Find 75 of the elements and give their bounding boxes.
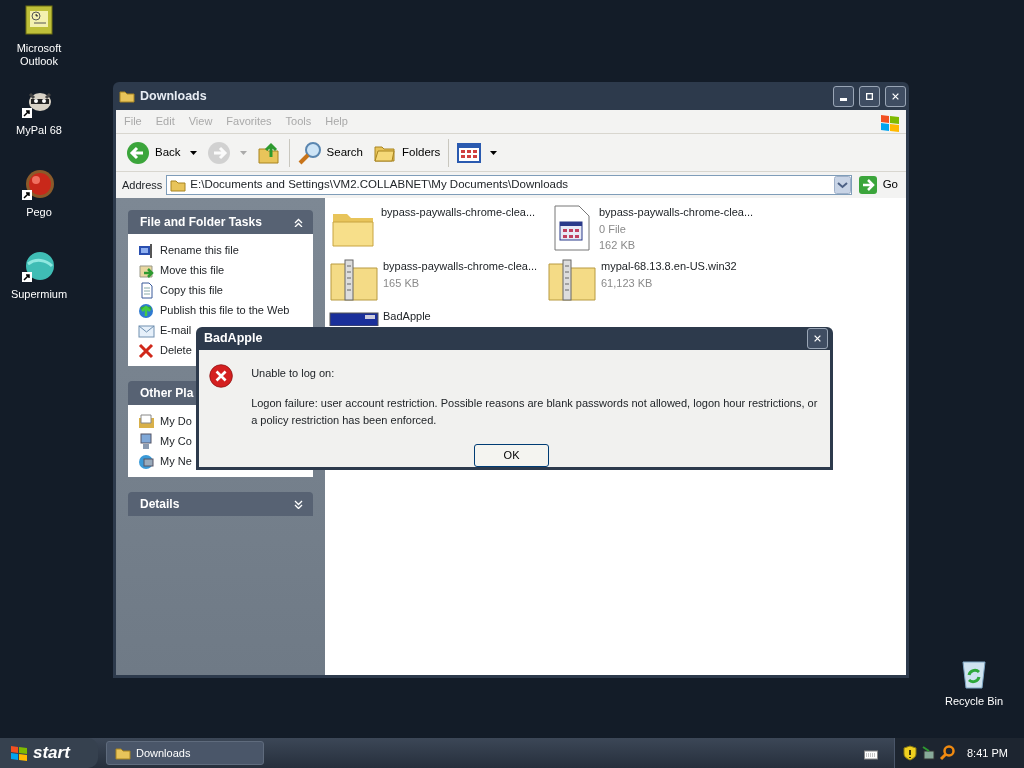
file-name[interactable]: bypass-paywalls-chrome-clea... xyxy=(599,204,754,221)
zipped-folder-icon xyxy=(547,258,597,302)
task-link[interactable]: Move this file xyxy=(160,261,225,279)
task-link[interactable]: My Do xyxy=(160,412,192,430)
network-tray-icon[interactable] xyxy=(921,745,935,761)
maximize-button[interactable] xyxy=(859,85,880,107)
task-link[interactable]: My Co xyxy=(160,432,192,450)
back-button[interactable]: Back xyxy=(124,140,199,165)
outlook-icon[interactable] xyxy=(22,4,56,38)
task-link[interactable]: Rename this file xyxy=(160,241,239,259)
copy-icon xyxy=(138,281,155,299)
folder-icon xyxy=(170,177,187,193)
file-name[interactable]: bypass-paywalls-chrome-clea... xyxy=(381,204,536,221)
address-field[interactable]: E:\Documents and Settings\VM2.COLLABNET\My Documents\Downloads xyxy=(166,175,852,195)
address-label: Address xyxy=(122,177,163,193)
magnifier-icon[interactable] xyxy=(939,745,955,761)
publish-icon xyxy=(138,301,155,319)
shield-icon[interactable] xyxy=(903,745,917,761)
desktop-icon-label[interactable]: Pego xyxy=(26,206,52,219)
folder-icon xyxy=(119,88,135,104)
maximize-icon xyxy=(866,90,873,102)
clock[interactable]: 8:41 PM xyxy=(967,744,1008,762)
desktop-icon-label[interactable]: Recycle Bin xyxy=(944,695,1004,708)
computer-icon xyxy=(138,432,155,450)
documents-icon xyxy=(138,412,155,430)
minimize-icon xyxy=(840,98,847,101)
flag-logo-icon xyxy=(10,744,28,762)
caret-icon xyxy=(189,150,197,155)
desktop-icon-label[interactable]: MyPal 68 xyxy=(16,124,62,137)
folder-up-icon xyxy=(256,140,281,165)
file-detail: 165 KB xyxy=(383,275,421,291)
sphere-icon[interactable] xyxy=(22,250,56,284)
delete-icon xyxy=(138,341,155,359)
rename-icon xyxy=(138,241,155,259)
task-link[interactable]: Publish this file to the Web xyxy=(160,301,290,319)
message-text: Unable to log on: xyxy=(251,365,336,381)
keyboard-icon[interactable] xyxy=(864,747,878,760)
search-button[interactable]: Search xyxy=(295,140,365,165)
file-name[interactable]: bypass-paywalls-chrome-clea... xyxy=(383,258,538,275)
task-link[interactable]: Delete xyxy=(160,341,192,359)
expand-chevron-icon xyxy=(294,499,303,509)
collapse-chevron-icon xyxy=(294,217,303,227)
folder-icon xyxy=(115,745,131,761)
desktop-icon-label[interactable]: Microsoft Outlook xyxy=(0,42,78,68)
caret-icon xyxy=(490,150,498,155)
ball-icon[interactable] xyxy=(22,168,56,202)
task-pane-header[interactable]: File and Folder Tasks xyxy=(128,210,313,234)
views-button[interactable] xyxy=(455,140,500,165)
zipped-folder-icon xyxy=(329,258,379,302)
task-pane-header[interactable]: Details xyxy=(128,492,313,516)
task-link[interactable]: E-mail xyxy=(160,321,192,339)
file-detail: 162 KB xyxy=(599,238,637,253)
taskbar-button[interactable]: Downloads xyxy=(106,741,264,765)
close-button[interactable] xyxy=(885,85,906,107)
desktop-icon-label[interactable]: Supermium xyxy=(10,288,68,301)
minimize-button[interactable] xyxy=(833,85,854,107)
views-icon xyxy=(457,140,482,165)
task-link[interactable]: Copy this file xyxy=(160,281,223,299)
close-button[interactable] xyxy=(807,327,828,349)
start-button[interactable]: start xyxy=(0,738,98,768)
window-title: Downloads xyxy=(140,87,208,105)
application-icon xyxy=(329,312,379,326)
message-text: Logon failure: user account restriction. Possible reasons are blank passwords not allowed, logon hour restrictions, or a policy restriction has been enforced. xyxy=(251,396,819,428)
search-icon xyxy=(297,140,322,165)
caret-icon xyxy=(239,150,247,155)
network-icon xyxy=(138,452,155,470)
file-detail: 0 File xyxy=(599,221,627,237)
task-link[interactable]: My Ne xyxy=(160,452,192,470)
ok-button[interactable]: OK xyxy=(474,444,550,467)
dialog-title: BadApple xyxy=(204,329,263,347)
folders-button[interactable]: Folders xyxy=(371,140,443,165)
file-detail: 61,123 KB xyxy=(601,275,654,291)
go-button[interactable]: Go xyxy=(855,175,900,195)
file-name[interactable]: mypal-68.13.8.en-US.win32 xyxy=(601,258,737,275)
file-name[interactable]: BadApple xyxy=(383,308,431,325)
